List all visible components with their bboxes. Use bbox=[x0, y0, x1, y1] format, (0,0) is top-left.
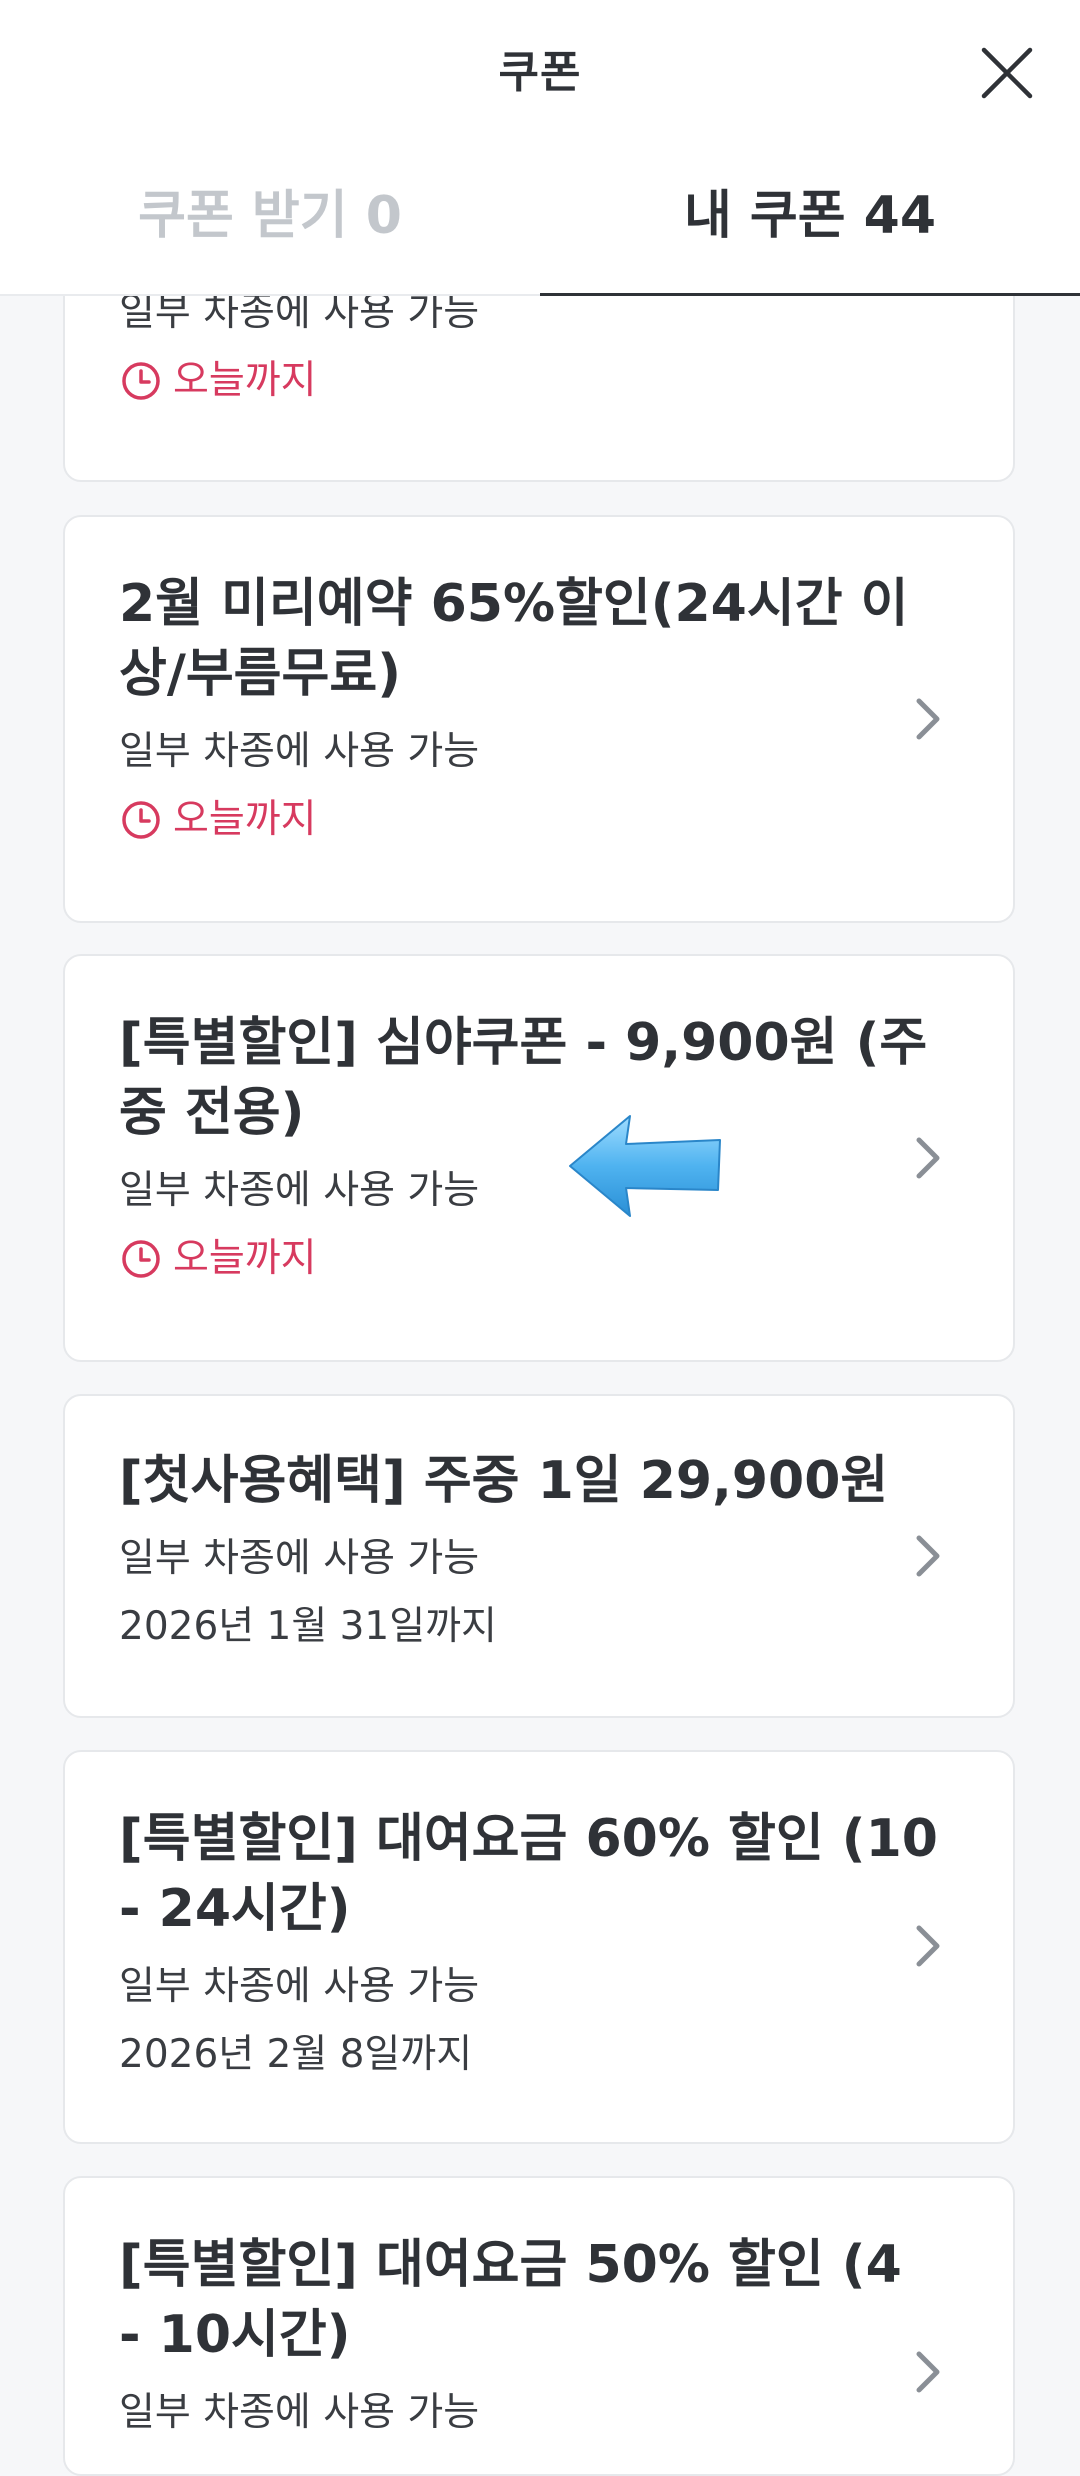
coupon-expiry-text: 오늘까지 bbox=[173, 1236, 317, 1281]
clock-icon bbox=[122, 362, 160, 400]
coupon-expiry: 2026년 1월 31일까지 bbox=[119, 1604, 497, 1649]
coupon-applicability: 일부 차종에 사용 가능 bbox=[119, 1168, 480, 1213]
coupon-title: [특별할인] 대여요금 60% 할인 (10 - 24시간) bbox=[119, 1809, 938, 1939]
coupon-expiry: 2026년 2월 8일까지 bbox=[119, 2032, 473, 2077]
coupon-expiry-text: 오늘까지 bbox=[173, 797, 317, 842]
coupon-card[interactable]: [특별할인] 심야쿠폰 - 9,900원 (주중 전용) 일부 차종에 사용 가… bbox=[63, 954, 1015, 1362]
chevron-right-icon bbox=[916, 2351, 940, 2393]
chevron-right-icon bbox=[916, 698, 940, 740]
coupon-card[interactable]: 2월 미리예약 65%할인(24시간 이상/부름무료) 일부 차종에 사용 가능… bbox=[63, 515, 1015, 923]
coupon-applicability: 일부 차종에 사용 가능 bbox=[119, 1964, 480, 2009]
clock-icon bbox=[122, 801, 160, 839]
coupon-card[interactable]: [특별할인] 대여요금 60% 할인 (10 - 24시간) 일부 차종에 사용… bbox=[63, 1750, 1015, 2144]
coupon-applicability: 일부 차종에 사용 가능 bbox=[119, 2390, 480, 2435]
tab-receive-coupons[interactable]: 쿠폰 받기 0 bbox=[0, 160, 540, 294]
page-title: 쿠폰 bbox=[498, 47, 582, 98]
coupon-expiry-text: 오늘까지 bbox=[173, 358, 317, 403]
app-header: 쿠폰 쿠폰 받기 0 내 쿠폰 44 bbox=[0, 0, 1080, 296]
tab-my-coupons[interactable]: 내 쿠폰 44 bbox=[540, 160, 1080, 296]
coupon-applicability: 일부 차종에 사용 가능 bbox=[119, 729, 480, 774]
coupon-card[interactable]: [특별할인] 대여요금 50% 할인 (4 - 10시간) 일부 차종에 사용 … bbox=[63, 2176, 1015, 2476]
coupon-expiry: 오늘까지 bbox=[121, 1234, 317, 1284]
coupon-card[interactable]: [첫사용혜택] 주중 1일 29,900원 일부 차종에 사용 가능 2026년… bbox=[63, 1394, 1015, 1718]
coupon-title: [특별할인] 심야쿠폰 - 9,900원 (주중 전용) bbox=[119, 1013, 928, 1143]
chevron-right-icon bbox=[916, 1137, 940, 1179]
chevron-right-icon bbox=[916, 1535, 940, 1577]
coupon-title: 2월 미리예약 65%할인(24시간 이상/부름무료) bbox=[119, 574, 909, 704]
pointer-arrow-icon bbox=[569, 1115, 721, 1217]
coupon-title: [첫사용혜택] 주중 1일 29,900원 bbox=[119, 1451, 889, 1511]
coupon-expiry: 오늘까지 bbox=[121, 795, 317, 845]
tab-bar: 쿠폰 받기 0 내 쿠폰 44 bbox=[0, 160, 1080, 296]
coupon-title: [특별할인] 대여요금 50% 할인 (4 - 10시간) bbox=[119, 2235, 902, 2365]
close-icon[interactable] bbox=[974, 40, 1040, 106]
coupon-applicability: 일부 차종에 사용 가능 bbox=[119, 1536, 480, 1581]
clock-icon bbox=[122, 1240, 160, 1278]
coupon-list: 일부 차종에 사용 가능 오늘까지 2월 미리예약 65%할인(24시간 이상/… bbox=[0, 0, 1080, 2476]
chevron-right-icon bbox=[916, 1925, 940, 1967]
coupon-expiry: 오늘까지 bbox=[121, 356, 317, 406]
